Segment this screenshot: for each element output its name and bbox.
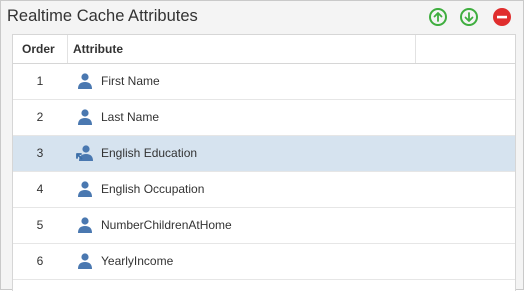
remove-button[interactable]	[493, 8, 511, 26]
row-order: 3	[36, 146, 44, 160]
user-icon	[76, 252, 94, 270]
table-row[interactable]: 2 Last Name	[13, 100, 515, 136]
grid-header: Order Attribute	[13, 35, 515, 64]
row-order: 2	[36, 110, 44, 124]
user-icon	[76, 180, 94, 198]
row-order: 6	[36, 254, 44, 268]
user-icon	[76, 216, 94, 234]
move-up-button[interactable]	[429, 8, 447, 26]
remove-circle-icon	[497, 15, 507, 19]
panel-title: Realtime Cache Attributes	[7, 7, 198, 25]
column-header-order[interactable]: Order	[22, 35, 55, 63]
table-row[interactable]: 5 NumberChildrenAtHome	[13, 208, 515, 244]
table-row[interactable]: 3 English Education	[13, 136, 515, 172]
row-attribute-name: English Education	[101, 146, 198, 160]
realtime-cache-attributes-panel: Realtime Cache Attributes Order Attribut…	[0, 0, 524, 291]
column-divider	[415, 35, 416, 63]
user-move-icon	[76, 144, 94, 162]
table-row[interactable]: 6 YearlyIncome	[13, 244, 515, 280]
attributes-grid: Order Attribute 1 First Name 2 Last Name 3 En…	[12, 34, 516, 291]
row-order: 5	[36, 218, 44, 232]
row-attribute-name: First Name	[101, 74, 160, 88]
column-divider	[67, 35, 68, 63]
row-attribute-name: English Occupation	[101, 182, 205, 196]
user-icon	[76, 108, 94, 126]
panel-header: Realtime Cache Attributes	[1, 1, 523, 34]
column-header-attribute[interactable]: Attribute	[73, 35, 123, 63]
row-order: 4	[36, 182, 44, 196]
row-attribute-name: NumberChildrenAtHome	[101, 218, 232, 232]
arrow-up-circle-icon	[433, 12, 443, 22]
table-row[interactable]: 4 English Occupation	[13, 172, 515, 208]
row-attribute-name: YearlyIncome	[101, 254, 174, 268]
table-row[interactable]: 1 First Name	[13, 64, 515, 100]
row-attribute-name: Last Name	[101, 110, 160, 124]
user-icon	[76, 72, 94, 90]
arrow-down-circle-icon	[464, 12, 474, 22]
row-order: 1	[36, 74, 44, 88]
move-down-button[interactable]	[460, 8, 478, 26]
